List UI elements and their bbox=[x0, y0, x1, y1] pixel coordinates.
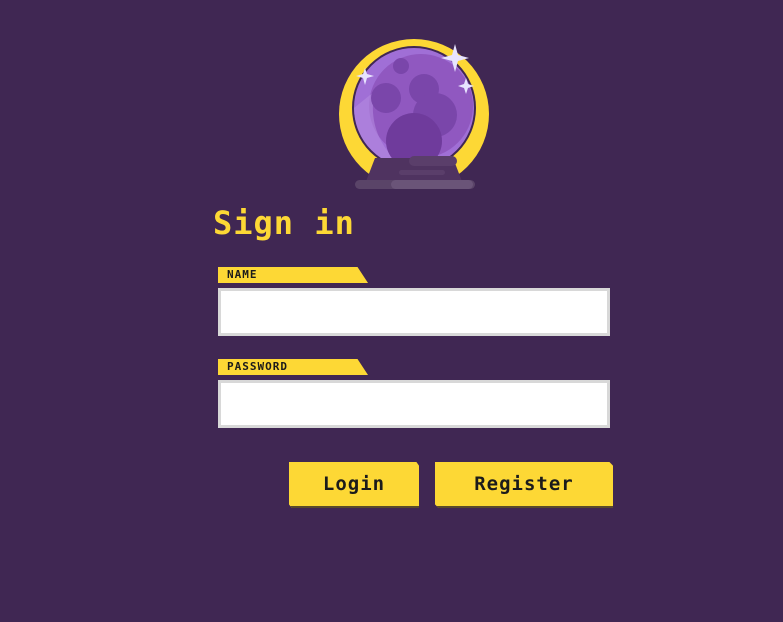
password-label: PASSWORD bbox=[218, 359, 368, 375]
name-label: NAME bbox=[218, 267, 368, 283]
crystal-ball-icon bbox=[339, 39, 489, 189]
register-button[interactable]: Register bbox=[435, 462, 613, 508]
name-input[interactable] bbox=[218, 288, 610, 336]
password-input[interactable] bbox=[218, 380, 610, 428]
page-title: Sign in bbox=[213, 204, 355, 242]
login-button[interactable]: Login bbox=[289, 462, 419, 508]
